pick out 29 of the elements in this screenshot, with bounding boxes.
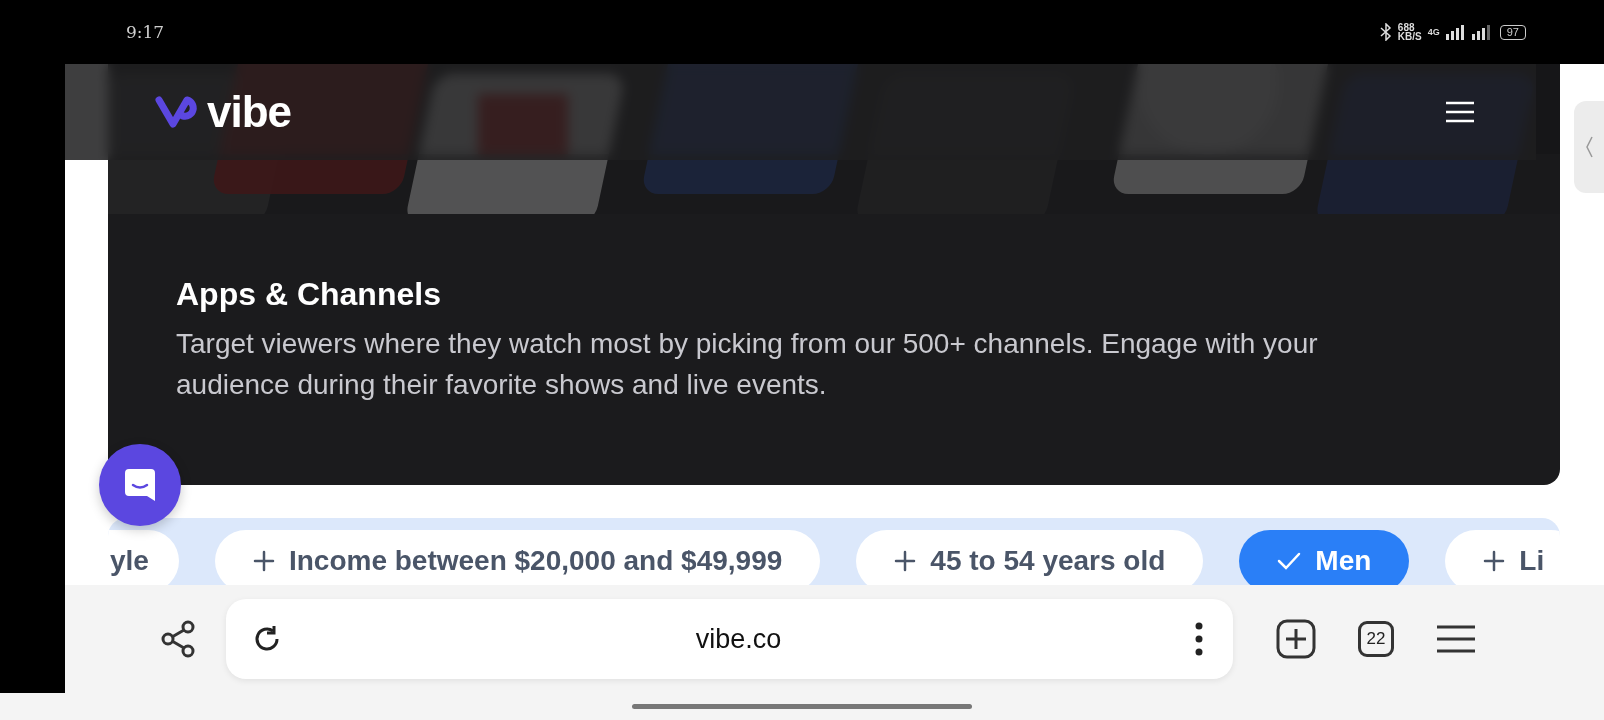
audience-chip[interactable]: Men <box>1239 530 1410 585</box>
card-description: Target viewers where they watch most by picking from our 500+ channels. Engage with your audience during their favorite shows and live events. <box>176 327 1319 402</box>
side-panel-handle[interactable] <box>1574 101 1604 193</box>
audience-chip[interactable]: 45 to 54 years old <box>856 530 1204 585</box>
url-text: vibe.co <box>695 623 782 655</box>
new-tab-icon[interactable] <box>1276 619 1316 659</box>
chat-button[interactable] <box>99 444 181 526</box>
network-type: 4G <box>1427 27 1440 37</box>
speed-unit: KB/S <box>1397 32 1422 41</box>
more-icon[interactable] <box>1195 622 1203 656</box>
bluetooth-icon <box>1379 23 1392 41</box>
check-icon <box>1277 551 1302 571</box>
audience-chip[interactable]: Income between $20,000 and $49,999 <box>214 530 821 585</box>
card-title: Apps & Channels <box>176 276 442 313</box>
audience-chip[interactable]: Li <box>1445 530 1560 585</box>
logo-text: vibe <box>207 87 292 137</box>
plus-icon <box>1483 550 1506 572</box>
plus-icon <box>252 550 275 572</box>
audience-chip[interactable]: yle <box>108 530 179 585</box>
clock-time: 9:17 <box>126 22 165 42</box>
plus-icon <box>894 550 917 572</box>
signal-icon <box>1445 24 1466 40</box>
battery-level: 97 <box>1499 24 1526 40</box>
address-bar[interactable]: vibe.co <box>226 599 1233 679</box>
menu-icon[interactable] <box>1436 624 1476 654</box>
chevron-left-icon <box>1584 135 1594 159</box>
tab-count-button[interactable]: 22 <box>1358 621 1394 657</box>
chat-icon <box>123 467 157 503</box>
network-speed: 688 <box>1397 23 1415 32</box>
